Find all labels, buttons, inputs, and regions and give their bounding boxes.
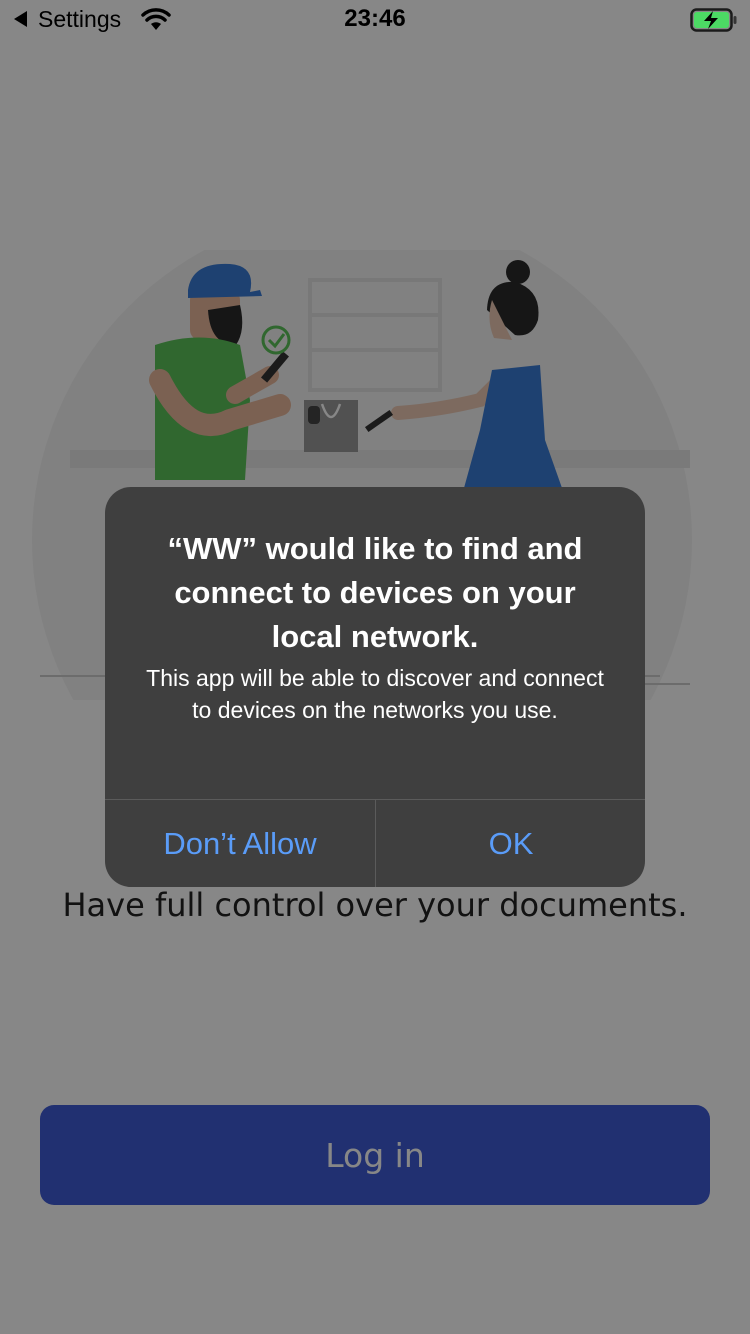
dont-allow-button[interactable]: Don’t Allow [105,800,375,887]
ok-button[interactable]: OK [376,800,645,887]
local-network-permission-alert: “WW” would like to find and connect to d… [105,487,645,887]
app-screen: Settings 23:46 Have full control over yo… [0,0,750,1334]
alert-title: “WW” would like to find and connect to d… [167,531,583,654]
status-bar: Settings 23:46 [0,0,750,40]
alert-message: This app will be able to discover and co… [146,665,604,723]
clock: 23:46 [344,5,406,32]
battery-charging-icon [690,8,737,32]
